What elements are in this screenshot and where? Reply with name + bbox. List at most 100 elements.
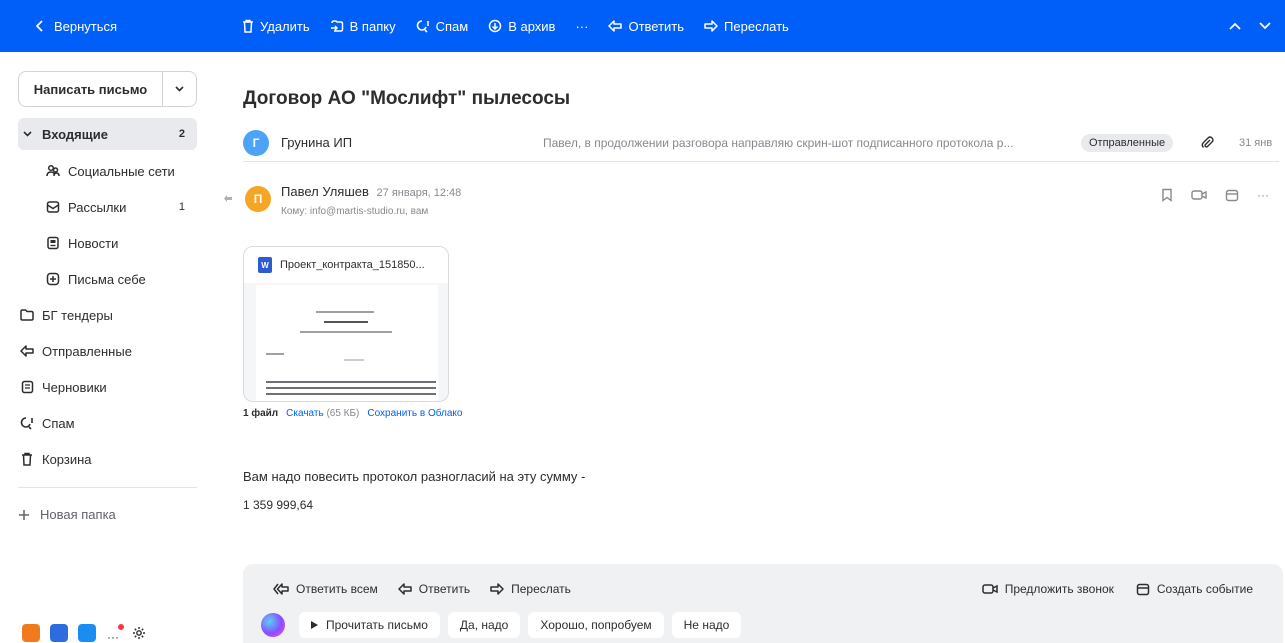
spam-button[interactable]: Спам (416, 18, 469, 34)
cloud-app-icon[interactable] (22, 624, 40, 642)
calendar-icon[interactable] (1225, 188, 1239, 202)
quick-answer-chip[interactable]: Да, надо (447, 612, 521, 638)
contacts-app-icon[interactable] (50, 624, 68, 642)
thread-date: 31 янв (1239, 136, 1273, 149)
spam-label: Спам (435, 18, 469, 34)
create-event-label: Создать событие (1156, 582, 1253, 596)
calendar-icon (1136, 582, 1150, 596)
sidebar-item-label: Письма себе (68, 271, 146, 287)
thread-item[interactable]: Г Грунина ИП Павел, в продолжении разгов… (243, 124, 1279, 162)
download-link-group: Скачать (65 КБ) (286, 408, 359, 419)
new-folder-label: Новая папка (40, 507, 116, 522)
unread-count: 1 (178, 201, 185, 213)
sidebar-item-newsletters[interactable]: Рассылки 1 (44, 191, 197, 223)
quick-answer-chip[interactable]: Не надо (671, 612, 742, 638)
compose-dropdown-button[interactable] (163, 71, 197, 107)
move-folder-icon (330, 19, 344, 33)
replied-icon (223, 194, 233, 203)
video-call-icon[interactable] (1191, 188, 1207, 202)
compose-group: Написать письмо (18, 71, 197, 107)
avatar: Г (243, 129, 269, 156)
top-toolbar: Вернуться Удалить В папку Спам В архив ·… (0, 0, 1285, 52)
quick-answer-chip[interactable]: Хорошо, попробуем (528, 612, 664, 638)
archive-label: В архив (508, 18, 556, 34)
sidebar-item-label: Новости (68, 235, 119, 251)
settings-icon[interactable] (132, 626, 146, 640)
suggest-call-label: Предложить звонок (1004, 582, 1114, 596)
reply-icon (398, 583, 412, 595)
reply-label: Ответить (628, 18, 685, 34)
thread-snippet: Павел, в продолжении разговора направляю… (543, 135, 1014, 150)
reply-all-button[interactable]: Ответить всем (273, 582, 378, 596)
sidebar-item-inbox[interactable]: Входящие 2 (18, 118, 197, 150)
more-apps-icon[interactable]: ··· (106, 624, 124, 643)
new-folder-button[interactable]: Новая папка (18, 507, 116, 522)
move-to-folder-button[interactable]: В папку (330, 19, 396, 34)
folder-badge: Отправленные (1081, 133, 1174, 152)
calendar-app-icon[interactable] (78, 624, 96, 642)
sidebar-item-label: БГ тендеры (42, 307, 113, 323)
chevron-left-icon (36, 20, 44, 32)
sidebar-item-label: Отправленные (42, 343, 132, 359)
more-actions-button[interactable]: ··· (575, 19, 588, 34)
recipients-line[interactable]: Кому: info@martis-studio.ru, вам (281, 206, 428, 217)
sidebar-item-spam[interactable]: Спам (18, 407, 197, 439)
message-body-text: Вам надо повесить протокол разногласий н… (243, 469, 586, 484)
chevron-down-icon[interactable] (1259, 22, 1271, 30)
chevron-up-icon[interactable] (1229, 22, 1241, 30)
message-header: П Павел Уляшев 27 января, 12:48 Кому: in… (215, 180, 1285, 230)
sidebar-item-social[interactable]: Социальные сети (44, 155, 197, 187)
message-date: 27 января, 12:48 (376, 187, 462, 199)
download-link[interactable]: Скачать (286, 408, 324, 419)
sidebar-item-label: Рассылки (68, 199, 127, 215)
sidebar-item-sent[interactable]: Отправленные (18, 335, 197, 367)
sender-avatar[interactable]: П (245, 186, 271, 212)
sidebar-item-trash[interactable]: Корзина (18, 443, 197, 475)
sidebar-item-label: Корзина (42, 451, 92, 467)
quick-forward-button[interactable]: Переслать (490, 582, 571, 596)
spam-icon (18, 416, 36, 430)
unread-count: 2 (178, 128, 185, 140)
reply-button[interactable]: Ответить (608, 19, 684, 34)
sidebar-item-label: Спам (42, 415, 75, 431)
back-label: Вернуться (54, 18, 118, 34)
folder-icon (18, 309, 36, 321)
attachment-size: (65 КБ) (326, 408, 360, 419)
attachment-card[interactable]: W Проект_контракта_151850... (243, 246, 449, 402)
save-to-cloud-link[interactable]: Сохранить в Облако (367, 408, 462, 419)
attachment-filename: Проект_контракта_151850... (280, 259, 425, 271)
thread-sender-name: Грунина ИП (281, 135, 353, 150)
more-icon[interactable]: ··· (1257, 188, 1269, 202)
chip-label: Прочитать письмо (326, 618, 428, 632)
self-mail-icon (44, 272, 62, 286)
sidebar-item-tenders[interactable]: БГ тендеры (18, 299, 197, 331)
forward-icon (490, 583, 504, 595)
move-to-folder-label: В папку (349, 18, 396, 34)
forward-button[interactable]: Переслать (704, 19, 789, 34)
archive-icon (488, 19, 502, 33)
chevron-down-icon (18, 131, 36, 137)
files-count: 1 файл (243, 408, 279, 419)
sidebar-item-self[interactable]: Письма себе (44, 263, 197, 295)
reply-all-icon (273, 583, 289, 595)
read-letter-chip[interactable]: Прочитать письмо (299, 612, 440, 638)
more-label: ··· (575, 18, 589, 34)
archive-button[interactable]: В архив (488, 19, 555, 34)
quick-reply-button[interactable]: Ответить (398, 582, 470, 596)
sidebar-divider (18, 487, 197, 488)
quick-reply-panel: Ответить всем Ответить Переслать Предлож… (243, 564, 1283, 643)
delete-button[interactable]: Удалить (242, 19, 310, 34)
sidebar-item-drafts[interactable]: Черновики (18, 371, 197, 403)
back-button[interactable]: Вернуться (0, 19, 230, 34)
news-icon (44, 236, 62, 250)
sender-name[interactable]: Павел Уляшев (281, 184, 369, 199)
reply-all-label: Ответить всем (296, 582, 378, 596)
create-event-button[interactable]: Создать событие (1136, 582, 1253, 596)
suggest-call-button[interactable]: Предложить звонок (981, 582, 1114, 596)
bookmark-icon[interactable] (1161, 188, 1173, 202)
ai-assistant-icon[interactable] (261, 613, 285, 637)
compose-button[interactable]: Написать письмо (18, 71, 163, 107)
reply-label: Ответить (418, 582, 471, 596)
social-icon (44, 164, 62, 178)
sidebar-item-news[interactable]: Новости (44, 227, 197, 259)
